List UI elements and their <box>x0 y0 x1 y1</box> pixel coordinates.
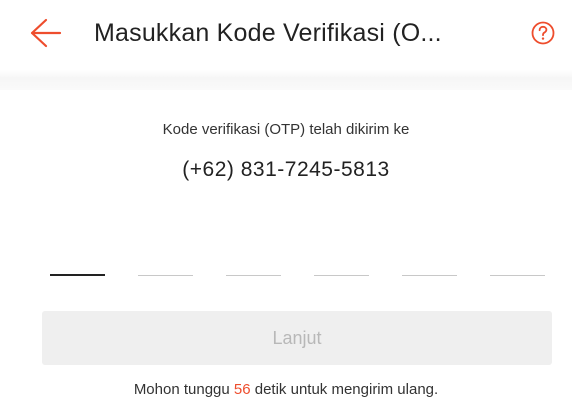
header-divider <box>0 70 572 90</box>
otp-digit-6[interactable] <box>490 254 545 276</box>
otp-digit-4[interactable] <box>314 254 369 276</box>
arrow-left-icon <box>30 18 62 48</box>
back-button[interactable] <box>22 16 62 50</box>
phone-number: (+62) 831-7245-5813 <box>182 158 390 181</box>
page-title: Masukkan Kode Verifikasi (O... <box>94 19 442 47</box>
resend-prefix: Mohon tunggu <box>133 381 234 398</box>
app-header: Masukkan Kode Verifikasi (O... <box>0 0 572 66</box>
otp-digit-3[interactable] <box>226 254 281 276</box>
otp-digit-2[interactable] <box>138 254 193 276</box>
help-button[interactable] <box>530 20 556 46</box>
otp-sent-text: Kode verifikasi (OTP) telah dikirim ke <box>162 121 410 138</box>
resend-countdown-text: Mohon tunggu 56 detik untuk mengirim ula… <box>0 381 572 398</box>
resend-suffix: detik untuk mengirim ulang. <box>250 381 439 398</box>
countdown-seconds: 56 <box>233 381 251 398</box>
question-circle-icon <box>531 21 555 45</box>
otp-digit-5[interactable] <box>402 254 457 276</box>
otp-input-row <box>50 254 545 276</box>
otp-digit-1[interactable] <box>50 254 105 276</box>
next-button[interactable]: Lanjut <box>42 311 552 365</box>
